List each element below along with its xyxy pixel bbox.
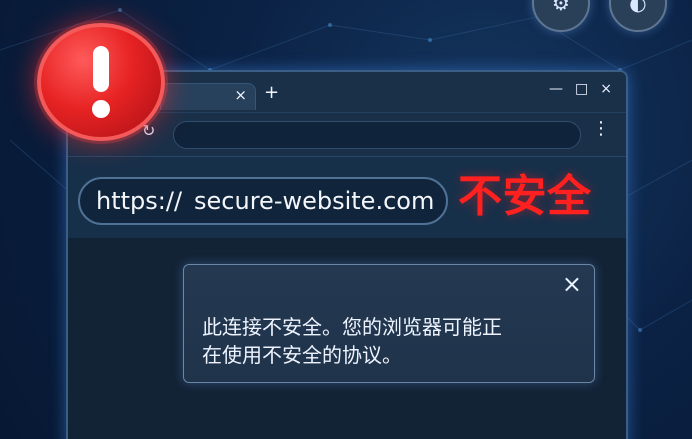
warning-message-line-1: 此连接不安全。您的浏览器可能正 xyxy=(202,315,502,339)
browser-tab[interactable]: × xyxy=(160,83,256,110)
browser-menu-icon[interactable]: ⋮ xyxy=(592,120,610,138)
address-bar[interactable] xyxy=(173,121,581,149)
insecure-label: 不安全 xyxy=(458,171,592,222)
url-domain: secure-website.com xyxy=(194,187,435,215)
security-warning-popup: × 此连接不安全。您的浏览器可能正 在使用不安全的协议。 xyxy=(183,264,595,383)
warning-badge xyxy=(37,23,165,141)
url-display: https:// secure-website.com xyxy=(78,177,448,225)
security-header: https:// secure-website.com 不安全 xyxy=(68,156,626,240)
browser-toolbar: ← → ↻ ⋮ xyxy=(68,112,626,157)
warning-message: 此连接不安全。您的浏览器可能正 在使用不安全的协议。 xyxy=(202,313,582,369)
tab-close-icon[interactable]: × xyxy=(234,88,247,103)
maximize-icon[interactable]: □ xyxy=(575,82,588,96)
browser-window: × + — □ × ← → ↻ ⋮ https:// secure-websit… xyxy=(66,70,628,439)
window-controls: — □ × xyxy=(549,82,612,96)
exclamation-icon xyxy=(87,46,115,118)
new-tab-button[interactable]: + xyxy=(264,84,279,102)
exclamation-dot xyxy=(92,100,110,118)
exclamation-bar xyxy=(93,46,109,92)
security-warning-scene: ⚙ ◐ × + — □ × ← → ↻ ⋮ ht xyxy=(0,0,692,439)
window-close-icon[interactable]: × xyxy=(600,82,612,96)
url-protocol: https:// xyxy=(96,187,183,215)
warning-message-line-2: 在使用不安全的协议。 xyxy=(202,343,402,367)
popup-close-icon[interactable]: × xyxy=(562,272,582,296)
minimize-icon[interactable]: — xyxy=(549,82,563,96)
